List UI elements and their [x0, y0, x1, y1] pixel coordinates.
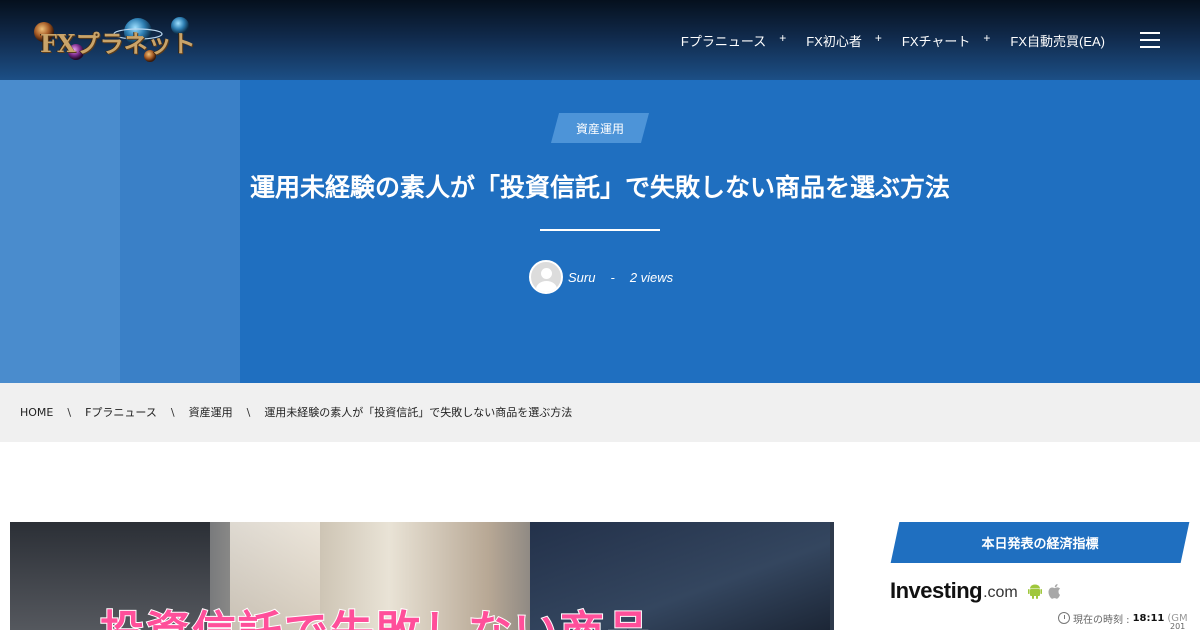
nav-item-label: Fプラニュース — [680, 33, 767, 49]
view-count: 2 views — [629, 269, 674, 285]
nav-item-label: FX自動売買(EA) — [1010, 33, 1105, 49]
clock-label: 現在の時刻 : — [1073, 614, 1130, 626]
investing-logo-suffix: .com — [983, 584, 1018, 601]
breadcrumb: HOME \ Fプラニュース \ 資産運用 \ 運用未経験の素人が「投資信託」で… — [20, 404, 572, 420]
meta-separator: - — [610, 269, 615, 285]
sidebar-heading: 本日発表の経済指標 — [890, 522, 1190, 563]
clock-row: 現在の時刻 : 18:11 (GM — [1058, 611, 1188, 626]
breadcrumb-separator: \ — [67, 405, 72, 419]
breadcrumb-category[interactable]: 資産運用 — [189, 404, 233, 420]
post-title: 運用未経験の素人が「投資信託」で失敗しない商品を選ぶ方法 — [249, 173, 950, 202]
page: FXプラネット Fプラニュース + FX初心者 + FXチャート + FX自動売… — [0, 0, 1200, 630]
site-logo[interactable]: FXプラネット — [30, 12, 200, 66]
clock-year: 201 — [1170, 622, 1186, 630]
breadcrumb-fpla-news[interactable]: Fプラニュース — [85, 404, 157, 420]
plus-icon[interactable]: + — [779, 31, 786, 45]
plus-icon[interactable]: + — [983, 31, 990, 45]
category-badge[interactable]: 資産運用 — [550, 113, 650, 143]
nav-item-fx-ea[interactable]: FX自動売買(EA) — [1010, 31, 1105, 50]
breadcrumb-home[interactable]: HOME — [20, 406, 53, 419]
breadcrumb-bar: HOME \ Fプラニュース \ 資産運用 \ 運用未経験の素人が「投資信託」で… — [0, 383, 1200, 442]
featured-image: 投資信託で失敗しない商品 — [10, 522, 834, 630]
investing-widget-header: Investing .com — [890, 578, 1062, 604]
top-bar: FXプラネット Fプラニュース + FX初心者 + FXチャート + FX自動売… — [0, 0, 1200, 80]
logo-text: FXプラネット — [40, 29, 196, 58]
hero: FXプラネット Fプラニュース + FX初心者 + FXチャート + FX自動売… — [0, 0, 1200, 383]
breadcrumb-separator: \ — [246, 405, 251, 419]
hamburger-menu-icon[interactable] — [1140, 32, 1160, 48]
main-nav: Fプラニュース + FX初心者 + FXチャート + FX自動売買(EA) — [681, 31, 1105, 49]
post-meta: Suru - 2 views — [529, 260, 673, 294]
breadcrumb-current: 運用未経験の素人が「投資信託」で失敗しない商品を選ぶ方法 — [264, 406, 573, 419]
nav-item-label: FX初心者 — [806, 33, 862, 49]
sidebar-heading-label: 本日発表の経済指標 — [981, 537, 1099, 552]
clock-time: 18:11 — [1132, 612, 1165, 624]
nav-item-label: FXチャート — [901, 33, 971, 49]
nav-item-fpla-news[interactable]: Fプラニュース + — [681, 31, 806, 50]
author-name[interactable]: Suru — [568, 270, 595, 285]
android-icon[interactable] — [1027, 583, 1042, 599]
avatar[interactable] — [529, 260, 563, 294]
nav-item-fx-chart[interactable]: FXチャート + — [902, 31, 1011, 50]
nav-item-fx-beginner[interactable]: FX初心者 + — [806, 31, 902, 50]
apple-icon[interactable] — [1048, 583, 1062, 599]
featured-overlay-text: 投資信託で失敗しない商品 — [99, 596, 652, 630]
title-divider — [540, 229, 660, 231]
plus-icon[interactable]: + — [875, 31, 882, 45]
breadcrumb-separator: \ — [170, 405, 175, 419]
investing-logo[interactable]: Investing — [890, 578, 983, 604]
clock-icon — [1058, 612, 1070, 624]
category-label: 資産運用 — [575, 121, 624, 136]
